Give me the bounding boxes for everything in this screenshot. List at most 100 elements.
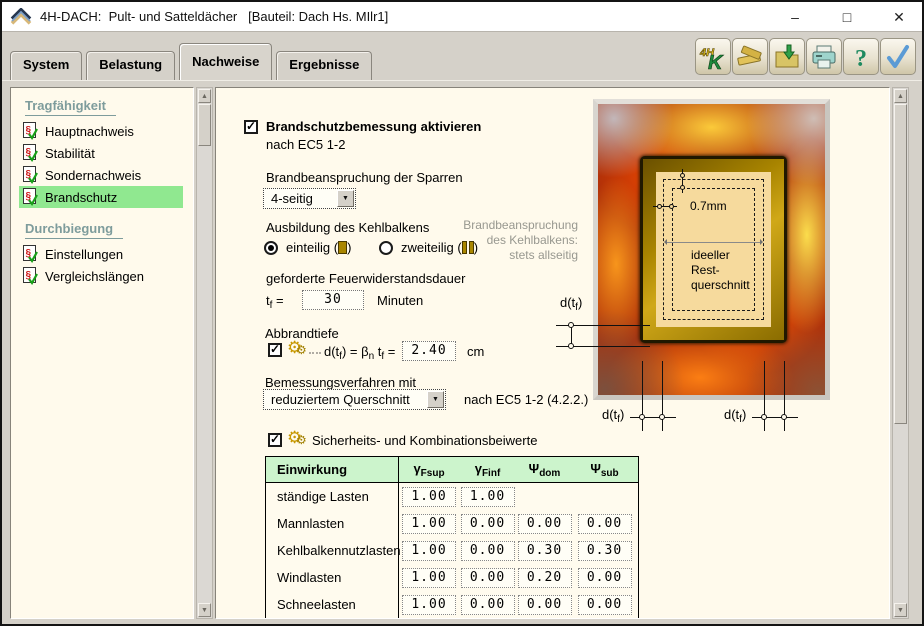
confirm-button[interactable] xyxy=(880,38,916,75)
dtf-label-bottom-right: d(tf) xyxy=(724,407,746,425)
value-cell[interactable]: 0.30 xyxy=(578,541,632,561)
dim-line xyxy=(764,361,765,431)
gear-icon[interactable]: ⚙⚙ xyxy=(287,341,307,359)
tab-system[interactable]: System xyxy=(10,51,82,80)
paragraph-check-icon: § xyxy=(23,122,38,140)
value-cell[interactable]: 1.00 xyxy=(402,487,456,507)
chevron-down-icon[interactable]: ▼ xyxy=(337,190,354,207)
sidebar-heading-durchbiegung: Durchbiegung xyxy=(25,221,123,239)
value-cell[interactable]: 0.20 xyxy=(518,568,572,588)
width-arrow xyxy=(665,242,762,243)
value-cell[interactable]: 0.00 xyxy=(461,595,515,615)
sparren-dropdown-value: 4-seitig xyxy=(264,191,337,206)
dotted-leader xyxy=(309,352,321,354)
header-gamma-fsup: γFsup xyxy=(413,461,444,479)
value-cell[interactable]: 1.00 xyxy=(402,568,456,588)
tab-ergebnisse[interactable]: Ergebnisse xyxy=(276,51,372,80)
fire-cross-section-image: 0.7mm ideeller Rest- querschnitt xyxy=(593,99,830,400)
value-cell[interactable]: 1.00 xyxy=(461,487,515,507)
value-cell[interactable]: 0.00 xyxy=(461,568,515,588)
value-cell[interactable]: 0.30 xyxy=(518,541,572,561)
value-cell[interactable]: 1.00 xyxy=(402,595,456,615)
gear-icon[interactable]: ⚙⚙ xyxy=(287,431,307,449)
scroll-down-icon[interactable]: ▼ xyxy=(198,603,211,617)
value-cell[interactable]: 0.00 xyxy=(578,595,632,615)
dim-marker xyxy=(680,185,685,190)
abbrand-unit: cm xyxy=(467,344,484,359)
chevron-down-icon[interactable]: ▼ xyxy=(427,391,444,408)
scrollbar-thumb[interactable] xyxy=(894,104,907,424)
beiwerte-checkbox[interactable]: ✓ xyxy=(268,433,282,447)
tab-nachweise[interactable]: Nachweise xyxy=(179,43,272,80)
abbrand-input[interactable]: 2.40 xyxy=(402,341,456,361)
kehlbalken-note: Brandbeanspruchung des Kehlbalkens: stet… xyxy=(434,218,578,263)
table-row: ständige Lasten 1.00 1.00 xyxy=(266,483,638,510)
paragraph-check-icon: § xyxy=(23,144,38,162)
app-window: 4H-DACH: Pult- und Satteldächer [Bauteil… xyxy=(0,0,924,626)
sparren-dropdown[interactable]: 4-seitig ▼ xyxy=(263,188,356,209)
value-cell[interactable]: 0.00 xyxy=(518,595,572,615)
value-cell[interactable]: 1.00 xyxy=(402,514,456,534)
sidebar-item-stabilitaet[interactable]: § Stabilität xyxy=(19,142,183,164)
tf-unit: Minuten xyxy=(377,293,423,308)
svg-text:K: K xyxy=(708,52,724,71)
dim-marker xyxy=(568,322,574,328)
scrollbar-thumb[interactable] xyxy=(198,104,211,146)
logo-4hk-button[interactable]: 4H K xyxy=(695,38,731,75)
sidebar-item-label: Einstellungen xyxy=(45,247,123,262)
tab-strip: System Belastung Nachweise Ergebnisse xyxy=(10,43,372,80)
sidebar-item-einstellungen[interactable]: § Einstellungen xyxy=(19,243,183,265)
sidebar-item-sondernachweis[interactable]: § Sondernachweis xyxy=(19,164,183,186)
dim-line xyxy=(784,361,785,431)
sidebar: Tragfähigkeit § Hauptnachweis § Stabilit… xyxy=(10,87,194,619)
einteilig-radio[interactable] xyxy=(264,241,278,255)
close-button[interactable]: ✕ xyxy=(886,9,912,26)
value-cell[interactable]: 0.00 xyxy=(578,568,632,588)
toolbar: 4H K xyxy=(694,38,916,75)
help-button[interactable]: ? xyxy=(843,38,879,75)
import-button[interactable] xyxy=(769,38,805,75)
sidebar-scrollbar[interactable]: ▲ ▼ xyxy=(196,87,213,619)
value-cell[interactable]: 0.00 xyxy=(461,541,515,561)
dim-marker xyxy=(568,343,574,349)
dim-line xyxy=(752,417,798,418)
zweiteilig-radio[interactable] xyxy=(379,241,393,255)
dim-line xyxy=(662,361,663,431)
main-scrollbar[interactable]: ▲ ▼ xyxy=(892,87,909,619)
content-area: Tragfähigkeit § Hauptnachweis § Stabilit… xyxy=(2,80,922,624)
sidebar-item-label: Brandschutz xyxy=(45,190,117,205)
value-cell[interactable]: 0.00 xyxy=(461,514,515,534)
scroll-up-icon[interactable]: ▲ xyxy=(198,89,211,103)
sidebar-item-vergleichslaengen[interactable]: § Vergleichslängen xyxy=(19,265,183,287)
minimize-button[interactable]: – xyxy=(782,9,808,25)
tf-input[interactable]: 30 xyxy=(302,290,364,310)
timber-button[interactable] xyxy=(732,38,768,75)
value-cell[interactable]: 0.00 xyxy=(578,514,632,534)
window-title: 4H-DACH: Pult- und Satteldächer [Bauteil… xyxy=(40,9,388,24)
verfahren-note: nach EC5 1-2 (4.2.2.) xyxy=(464,392,588,407)
table-row: Schneelasten 1.00 0.00 0.00 0.00 xyxy=(266,591,638,618)
dim-marker xyxy=(659,414,665,420)
scroll-down-icon[interactable]: ▼ xyxy=(894,603,907,617)
charred-beam: 0.7mm ideeller Rest- querschnitt xyxy=(640,156,787,343)
value-cell[interactable]: 1.00 xyxy=(402,541,456,561)
maximize-button[interactable]: □ xyxy=(834,9,860,25)
value-cell[interactable]: 0.00 xyxy=(518,514,572,534)
sidebar-item-hauptnachweis[interactable]: § Hauptnachweis xyxy=(19,120,183,142)
verfahren-dropdown[interactable]: reduziertem Querschnitt ▼ xyxy=(263,389,446,410)
abbrand-checkbox[interactable]: ✓ xyxy=(268,343,282,357)
paragraph-check-icon: § xyxy=(23,245,38,263)
sidebar-item-label: Vergleichslängen xyxy=(45,269,144,284)
dtf-label-bottom-left: d(tf) xyxy=(602,407,624,425)
folder-download-icon xyxy=(773,43,801,71)
brandschutz-activate-checkbox[interactable]: ✓ xyxy=(244,120,258,134)
sidebar-item-brandschutz[interactable]: § Brandschutz xyxy=(19,186,183,208)
tab-belastung[interactable]: Belastung xyxy=(86,51,175,80)
printer-icon xyxy=(810,43,838,71)
residual-cross-section: 0.7mm ideeller Rest- querschnitt xyxy=(656,172,771,327)
scroll-up-icon[interactable]: ▲ xyxy=(894,89,907,103)
print-button[interactable] xyxy=(806,38,842,75)
beiwerte-label: Sicherheits- und Kombinationsbeiwerte xyxy=(312,433,537,448)
dim-marker xyxy=(639,414,645,420)
kehlbalken-label: Ausbildung des Kehlbalkens xyxy=(266,220,429,235)
